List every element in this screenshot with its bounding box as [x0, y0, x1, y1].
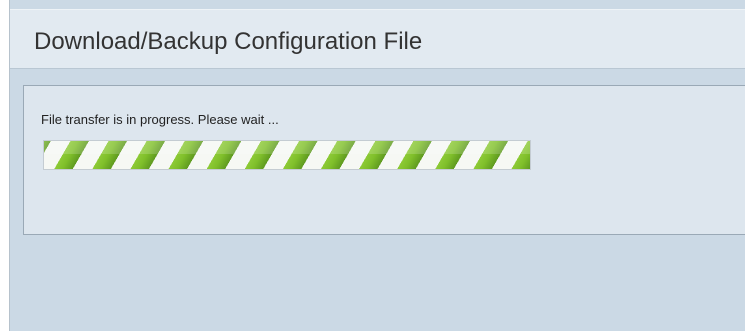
page-header: Download/Backup Configuration File: [10, 9, 745, 69]
content-frame: Download/Backup Configuration File File …: [9, 0, 745, 331]
page-title: Download/Backup Configuration File: [34, 28, 423, 55]
transfer-status-panel: File transfer is in progress. Please wai…: [23, 85, 745, 235]
transfer-status-message: File transfer is in progress. Please wai…: [41, 112, 279, 127]
progress-bar-gloss: [44, 141, 530, 154]
progress-bar: [43, 140, 531, 170]
